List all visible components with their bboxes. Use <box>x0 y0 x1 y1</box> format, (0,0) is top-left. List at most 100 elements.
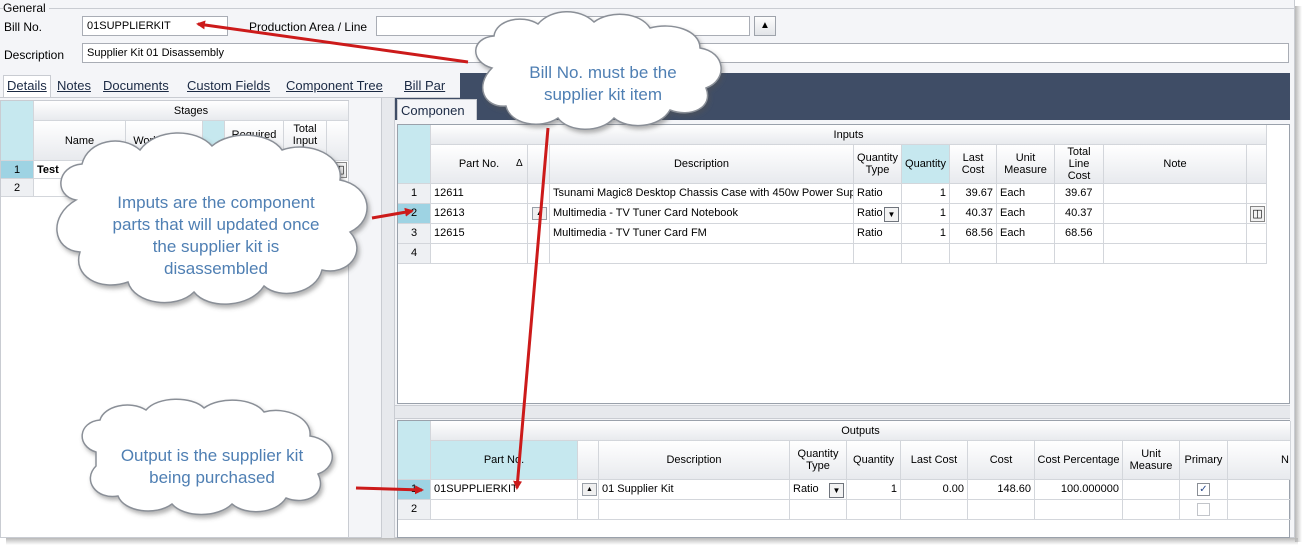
sort-ascending-icon: Δ <box>516 158 523 169</box>
stages-col-name[interactable]: Name <box>34 121 126 161</box>
outputs-col-description[interactable]: Description <box>599 441 790 480</box>
inputs-note[interactable] <box>1104 244 1247 264</box>
inputs-quantity[interactable] <box>902 244 950 264</box>
inputs-part-no[interactable]: 12615 <box>431 224 528 244</box>
inputs-note[interactable] <box>1104 204 1247 224</box>
outputs-row-spacer <box>578 500 599 520</box>
stages-col-blank[interactable] <box>203 121 225 161</box>
tab-components-label: Componen <box>401 103 465 118</box>
inputs-quantity-type[interactable]: Ratio <box>854 224 902 244</box>
stages-row-name[interactable]: Test <box>34 161 126 179</box>
inputs-col-part-no[interactable]: Part No. <box>431 145 528 184</box>
inputs-note[interactable] <box>1104 224 1247 244</box>
inputs-row-number[interactable]: 1 <box>398 184 431 204</box>
outputs-description[interactable]: 01 Supplier Kit <box>599 480 790 500</box>
outputs-row-number[interactable]: 1 <box>398 480 431 500</box>
callout-text-bill-no: Bill No. must be the supplier kit item <box>500 62 706 106</box>
inputs-last-cost <box>950 244 997 264</box>
outputs-row-number[interactable]: 2 <box>398 500 431 520</box>
inputs-grid: Inputs Part No. Δ Description Quantity T… <box>397 124 1290 404</box>
outputs-part-no[interactable]: 01SUPPLIERKIT <box>431 480 578 500</box>
inputs-col-spacer <box>528 145 550 184</box>
inputs-row-number[interactable]: 3 <box>398 224 431 244</box>
tab-bill-parameters[interactable]: Bill Par <box>404 78 445 93</box>
inputs-quantity[interactable]: 1 <box>902 224 950 244</box>
tab-component-tree[interactable]: Component Tree <box>286 78 383 93</box>
primary-checkbox[interactable]: ✓ <box>1197 483 1210 496</box>
inputs-row-number[interactable]: 2 <box>398 204 431 224</box>
tab-custom-fields[interactable]: Custom Fields <box>187 78 270 93</box>
outputs-last-cost <box>901 500 968 520</box>
stages-col-work-centre[interactable]: Work Centre <box>126 121 203 161</box>
horizontal-splitter[interactable] <box>395 405 1290 419</box>
vertical-splitter[interactable] <box>381 98 395 538</box>
inputs-description[interactable]: Tsunami Magic8 Desktop Chassis Case with… <box>550 184 854 204</box>
outputs-col-quantity-type[interactable]: Quantity Type <box>790 441 847 480</box>
description-input[interactable]: Supplier Kit 01 Disassembly <box>82 43 1289 63</box>
inputs-part-no[interactable]: 12611 <box>431 184 528 204</box>
tab-notes[interactable]: Notes <box>57 78 91 93</box>
inputs-quantity[interactable]: 1 <box>902 204 950 224</box>
outputs-part-no[interactable] <box>431 500 578 520</box>
stages-row-work-centre[interactable] <box>126 161 284 179</box>
outputs-col-cost[interactable]: Cost <box>968 441 1035 480</box>
outputs-quantity-type[interactable] <box>790 500 847 520</box>
inputs-description[interactable] <box>550 244 854 264</box>
inputs-note[interactable] <box>1104 184 1247 204</box>
inputs-quantity-type[interactable]: Ratio <box>854 184 902 204</box>
tab-details[interactable]: Details <box>3 75 51 97</box>
stages-row-number[interactable]: 1 <box>1 161 34 179</box>
outputs-cost: 148.60 <box>968 480 1035 500</box>
inputs-col-unit-measure[interactable]: Unit Measure <box>997 145 1055 184</box>
inputs-total-line-cost <box>1055 244 1104 264</box>
move-up-icon[interactable]: ▲ <box>582 483 597 496</box>
outputs-col-note[interactable]: N <box>1228 441 1291 480</box>
outputs-note[interactable] <box>1228 480 1291 500</box>
outputs-description[interactable] <box>599 500 790 520</box>
outputs-cost-percentage[interactable]: 100.000000 <box>1035 480 1123 500</box>
trash-icon[interactable]: ◫ <box>1250 206 1265 222</box>
production-area-input[interactable] <box>376 16 750 36</box>
inputs-row-spacer <box>528 244 550 264</box>
outputs-col-unit-measure[interactable]: Unit Measure <box>1123 441 1180 480</box>
outputs-col-primary[interactable]: Primary <box>1180 441 1228 480</box>
outputs-corner <box>398 421 431 480</box>
inputs-quantity-type[interactable] <box>854 244 902 264</box>
outputs-cost-percentage[interactable] <box>1035 500 1123 520</box>
chevron-down-icon[interactable]: ▼ <box>829 483 844 498</box>
tab-components[interactable]: Componen <box>397 99 477 120</box>
inputs-col-description[interactable]: Description <box>550 145 854 184</box>
production-area-label: Production Area / Line <box>249 20 368 34</box>
stages-row-number[interactable]: 2 <box>1 179 34 197</box>
outputs-cost <box>968 500 1035 520</box>
stages-corner <box>1 101 34 161</box>
stages-col-total-input-cost[interactable]: Total Input Cost <box>284 121 327 161</box>
outputs-note[interactable] <box>1228 500 1291 520</box>
chevron-down-icon[interactable]: ▼ <box>884 207 899 222</box>
outputs-col-cost-percentage[interactable]: Cost Percentage <box>1035 441 1123 480</box>
inputs-part-no[interactable] <box>431 244 528 264</box>
stages-col-required-capacity[interactable]: Required Capacity <box>225 121 284 161</box>
outputs-quantity[interactable]: 1 <box>847 480 901 500</box>
inputs-description[interactable]: Multimedia - TV Tuner Card FM <box>550 224 854 244</box>
production-area-expand-button[interactable]: ▲ <box>754 16 776 36</box>
outputs-quantity[interactable] <box>847 500 901 520</box>
inputs-col-quantity-type[interactable]: Quantity Type <box>854 145 902 184</box>
outputs-col-part-no[interactable]: Part No. <box>431 441 578 480</box>
inputs-col-total-line-cost[interactable]: Total Line Cost <box>1055 145 1104 184</box>
primary-checkbox[interactable] <box>1197 503 1210 516</box>
inputs-quantity[interactable]: 1 <box>902 184 950 204</box>
trash-icon[interactable]: ◫ <box>332 162 347 178</box>
inputs-unit-measure: Each <box>997 184 1055 204</box>
tab-documents[interactable]: Documents <box>103 78 169 93</box>
bill-no-input[interactable]: 01SUPPLIERKIT <box>82 16 228 36</box>
inputs-col-quantity[interactable]: Quantity <box>902 145 950 184</box>
outputs-col-last-cost[interactable]: Last Cost <box>901 441 968 480</box>
inputs-row-number[interactable]: 4 <box>398 244 431 264</box>
outputs-col-quantity[interactable]: Quantity <box>847 441 901 480</box>
inputs-part-no[interactable]: 12613 <box>431 204 528 224</box>
inputs-col-note[interactable]: Note <box>1104 145 1247 184</box>
inputs-col-last-cost[interactable]: Last Cost <box>950 145 997 184</box>
move-up-icon[interactable]: ▲ <box>532 207 547 220</box>
inputs-description[interactable]: Multimedia - TV Tuner Card Notebook <box>550 204 854 224</box>
